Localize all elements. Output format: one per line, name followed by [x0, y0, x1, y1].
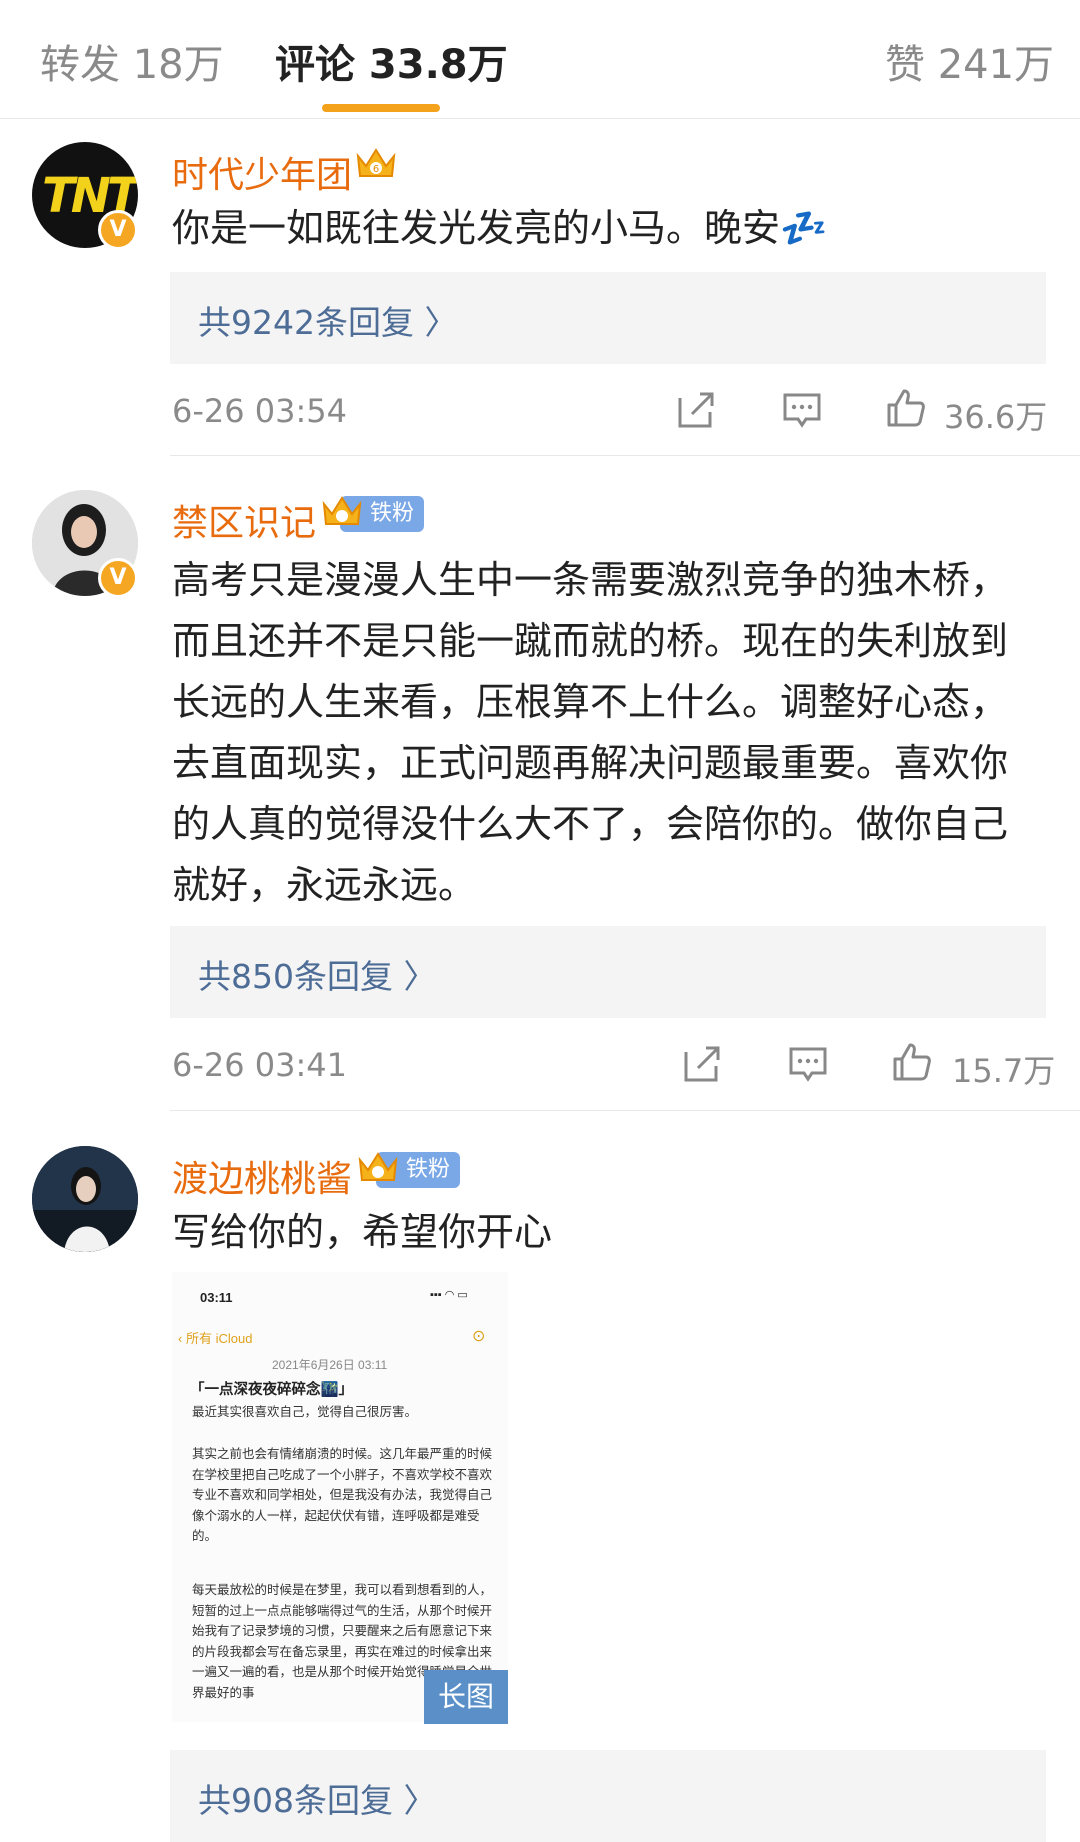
- replies-link[interactable]: 共908条回复 〉: [170, 1750, 1046, 1842]
- image-status-icons: ▪▪▪ ◠ ▭: [430, 1289, 468, 1301]
- replies-link[interactable]: 共850条回复 〉: [170, 926, 1046, 1018]
- comment-icon[interactable]: [782, 390, 822, 430]
- comment-time: 6-26 03:54: [172, 392, 348, 430]
- replies-count: 共9242条回复 〉: [198, 303, 458, 342]
- comment-text: 写给你的，希望你开心: [172, 1210, 553, 1254]
- tab-reposts[interactable]: 转发 18万: [40, 32, 224, 90]
- divider: [170, 455, 1080, 456]
- avatar-portrait: [32, 1146, 138, 1252]
- tab-likes[interactable]: 赞 241万: [885, 32, 1054, 90]
- like-count: 15.7万: [952, 1052, 1056, 1090]
- image-back-link: ‹ 所有 iCloud: [178, 1331, 253, 1346]
- image-status-time: 03:11: [200, 1290, 233, 1305]
- crown-icon: 6: [356, 148, 396, 177]
- tab-comments[interactable]: 评论 33.8万: [275, 32, 508, 90]
- comment-text: 你是一如既往发光发亮的小马。晚安💤: [172, 206, 828, 250]
- username[interactable]: 渡边桃桃酱: [172, 1150, 352, 1202]
- username[interactable]: 禁区识记: [172, 494, 316, 546]
- comment-icon[interactable]: [788, 1044, 828, 1084]
- share-icon[interactable]: [682, 1044, 722, 1084]
- like-icon[interactable]: [886, 388, 926, 428]
- image-more-icon: ⊙: [472, 1328, 486, 1345]
- active-tab-indicator: [322, 104, 440, 112]
- long-image-tag: 长图: [424, 1670, 508, 1724]
- comment-tabs: 转发 18万 评论 33.8万 赞 241万: [0, 0, 1080, 119]
- divider: [170, 1110, 1080, 1111]
- replies-count: 共908条回复 〉: [198, 1781, 437, 1820]
- replies-count: 共850条回复 〉: [198, 957, 437, 996]
- like-icon[interactable]: [892, 1042, 932, 1082]
- avatar[interactable]: [32, 1146, 138, 1252]
- verified-icon: V: [98, 558, 138, 598]
- username[interactable]: 时代少年团: [172, 146, 352, 198]
- share-icon[interactable]: [676, 390, 716, 430]
- image-paragraph: 最近其实很喜欢自己，觉得自己很厉害。: [192, 1405, 418, 1419]
- comment-text: 高考只是漫漫人生中一条需要激烈竞争的独木桥，而且还并不是只能一蹴而就的桥。现在的…: [172, 558, 1009, 907]
- crown-icon: [322, 496, 362, 525]
- image-date: 2021年6月26日 03:11: [272, 1358, 388, 1372]
- comment-time: 6-26 03:41: [172, 1046, 348, 1084]
- image-paragraph: 其实之前也会有情绪崩溃的时候。这几年最严重的时候在学校里把自己吃成了一个小胖子，…: [192, 1447, 493, 1543]
- verified-icon: V: [98, 210, 138, 250]
- like-count: 36.6万: [944, 398, 1048, 436]
- svg-text:6: 6: [373, 164, 379, 175]
- replies-link[interactable]: 共9242条回复 〉: [170, 272, 1046, 364]
- crown-icon: [358, 1152, 398, 1181]
- image-title: 「一点深夜夜碎碎念🌃」: [190, 1382, 354, 1398]
- attached-long-image[interactable]: 03:11 ▪▪▪ ◠ ▭ ‹ 所有 iCloud ⊙ 2021年6月26日 0…: [172, 1272, 508, 1722]
